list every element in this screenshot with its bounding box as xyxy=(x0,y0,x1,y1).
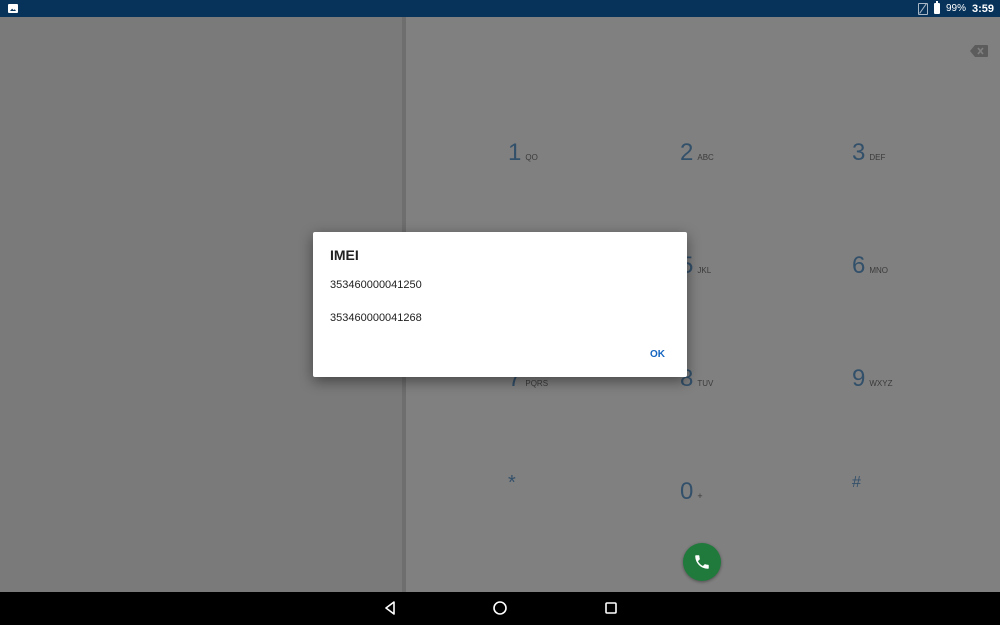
dial-key-3[interactable]: 3 DEF xyxy=(852,139,885,167)
dialog-title: IMEI xyxy=(330,247,359,263)
battery-level: 99% xyxy=(945,3,966,14)
dial-key-letters: JKL xyxy=(697,266,712,275)
dial-key-6[interactable]: 6 MNO xyxy=(852,252,888,280)
phone-icon xyxy=(695,555,709,569)
back-icon[interactable] xyxy=(382,600,398,616)
dial-key-letters: ABC xyxy=(697,153,714,162)
dial-key-letters: PQRS xyxy=(525,379,549,388)
dial-key-2[interactable]: 2 ABC xyxy=(680,139,714,167)
imei-dialog: IMEI 353460000041250 353460000041268 OK xyxy=(313,232,687,377)
dial-key-letters: + xyxy=(697,491,703,501)
dial-key-digit: 2 xyxy=(680,139,694,166)
imei-value-2: 353460000041268 xyxy=(330,312,422,324)
dial-key-1[interactable]: 1 QO xyxy=(508,139,538,167)
dial-key-letters: WXYZ xyxy=(869,379,893,388)
dial-key-digit: 3 xyxy=(852,139,866,166)
imei-value-1: 353460000041250 xyxy=(330,279,422,291)
dial-key-digit: 6 xyxy=(852,252,866,279)
home-icon[interactable] xyxy=(492,600,508,616)
dial-key-star[interactable]: * xyxy=(508,472,516,495)
navigation-bar xyxy=(0,592,1000,625)
recents-icon[interactable] xyxy=(603,600,619,616)
no-sim-icon xyxy=(917,2,928,15)
status-bar-right: 99% 3:59 xyxy=(917,0,994,17)
dial-key-letters: TUV xyxy=(697,379,714,388)
dial-key-digit: * xyxy=(508,472,516,494)
status-bar: 99% 3:59 xyxy=(0,0,1000,17)
dial-key-letters: QO xyxy=(525,153,538,162)
ok-button[interactable]: OK xyxy=(650,349,665,360)
dial-key-digit: 1 xyxy=(508,139,522,166)
dial-key-9[interactable]: 9 WXYZ xyxy=(852,365,892,393)
dial-key-digit: # xyxy=(852,474,861,491)
battery-icon xyxy=(933,1,940,14)
dial-key-digit: 0 xyxy=(680,478,694,505)
clock: 3:59 xyxy=(971,2,994,15)
image-notification-icon xyxy=(8,4,18,13)
call-button[interactable] xyxy=(683,543,721,581)
dial-key-letters: MNO xyxy=(869,266,889,275)
dial-key-hash[interactable]: # xyxy=(852,472,861,492)
dial-key-letters: DEF xyxy=(869,153,886,162)
dial-key-0[interactable]: 0 + xyxy=(680,478,703,506)
backspace-icon[interactable] xyxy=(970,45,988,57)
dial-key-digit: 9 xyxy=(852,365,866,392)
